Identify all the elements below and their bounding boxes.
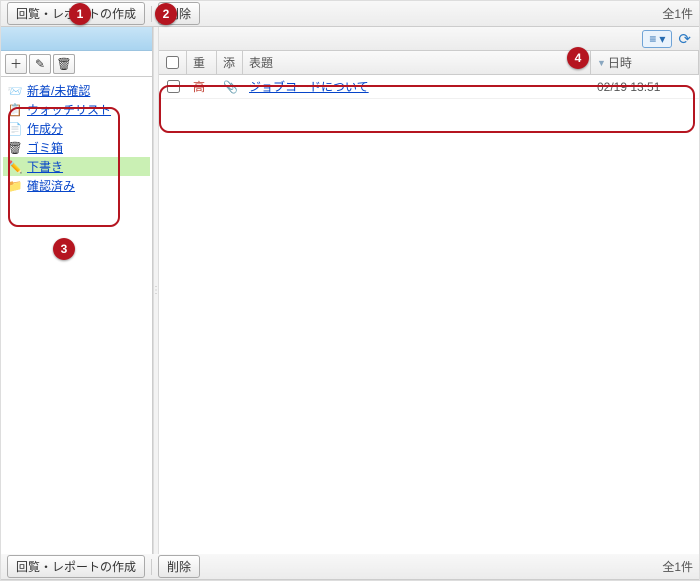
content-body: ＋ ✎ 🗑 📨新着/未確認📋ウォッチリスト📄作成分🗑ゴミ箱✏️下書き📁確認済み … — [1, 27, 699, 554]
sidebar-item-label[interactable]: 作成分 — [27, 120, 63, 137]
main-panel: ≡ ▾ ⟳ 重 添 表題 ▼日時 高 📎 ジョブコードについて 02/19 13:51 — [159, 27, 699, 554]
pencil-icon: ✎ — [35, 57, 45, 71]
folder-icon: 📄 — [7, 122, 23, 136]
sidebar-item-label[interactable]: 新着/未確認 — [27, 82, 90, 99]
delete-folder-button[interactable]: 🗑 — [53, 54, 75, 74]
col-priority[interactable]: 重 — [187, 51, 217, 74]
chevron-down-icon: ▾ — [659, 32, 665, 46]
select-all-checkbox[interactable] — [166, 56, 179, 69]
row-attachment: 📎 — [217, 80, 243, 94]
folder-icon: ✏️ — [7, 160, 23, 174]
bottom-toolbar: 回覧・レポートの作成 削除 全1件 — [1, 554, 699, 580]
table-row[interactable]: 高 📎 ジョブコードについて 02/19 13:51 — [159, 75, 699, 99]
row-subject-link[interactable]: ジョブコードについて — [249, 78, 369, 95]
callout-3: 3 — [53, 238, 75, 260]
paperclip-icon: 📎 — [223, 80, 238, 94]
plus-icon: ＋ — [10, 55, 22, 72]
sidebar-header — [1, 27, 152, 51]
sidebar-item-label[interactable]: 確認済み — [27, 177, 75, 194]
col-subject[interactable]: 表題 — [243, 51, 591, 74]
callout-1: 1 — [69, 3, 91, 25]
sidebar-item[interactable]: 🗑 ゴミ箱 — [3, 138, 150, 157]
sidebar-item-label[interactable]: 下書き — [27, 158, 63, 175]
view-menu-button[interactable]: ≡ ▾ — [642, 30, 672, 48]
toolbar-divider-bottom — [151, 559, 152, 575]
list-header-bar: ≡ ▾ ⟳ — [159, 27, 699, 51]
folder-icon: 🗑 — [7, 141, 23, 155]
refresh-button[interactable]: ⟳ — [676, 30, 693, 48]
sidebar-item[interactable]: 📁 確認済み — [3, 176, 150, 195]
create-report-button-bottom[interactable]: 回覧・レポートの作成 — [7, 555, 145, 578]
sort-indicator-icon: ▼ — [597, 58, 606, 68]
sidebar: ＋ ✎ 🗑 📨 新着/未確認 📋 ウォッチリスト 📄 作成分 🗑 ゴミ箱 ✏️ 下書き 📁 確認済み — [1, 27, 153, 554]
sidebar-item-label[interactable]: ウォッチリスト — [27, 101, 111, 118]
callout-4: 4 — [567, 47, 589, 69]
col-datetime[interactable]: ▼日時 — [591, 51, 699, 74]
folder-list: 📨 新着/未確認 📋 ウォッチリスト 📄 作成分 🗑 ゴミ箱 ✏️ 下書き 📁 確認済み — [1, 77, 152, 554]
row-priority: 高 — [187, 78, 217, 95]
trash-icon: 🗑 — [56, 57, 71, 71]
delete-button-bottom[interactable]: 削除 — [158, 555, 200, 578]
add-folder-button[interactable]: ＋ — [5, 54, 27, 74]
total-count: 全1件 — [662, 5, 693, 22]
sidebar-item[interactable]: ✏️ 下書き — [3, 157, 150, 176]
list-icon: ≡ — [649, 32, 656, 46]
app-shell: 1 2 3 4 回覧・レポートの作成 削除 全1件 ＋ ✎ 🗑 📨新着/未確認📋… — [0, 0, 700, 581]
row-subject: ジョブコードについて — [243, 78, 591, 95]
row-datetime: 02/19 13:51 — [591, 80, 699, 94]
sidebar-toolbar: ＋ ✎ 🗑 — [1, 51, 152, 77]
sidebar-item[interactable]: 📋 ウォッチリスト — [3, 100, 150, 119]
column-headers: 重 添 表題 ▼日時 — [159, 51, 699, 75]
edit-folder-button[interactable]: ✎ — [29, 54, 51, 74]
col-attachment[interactable]: 添 — [217, 51, 243, 74]
col-checkbox[interactable] — [159, 51, 187, 74]
sidebar-item[interactable]: 📄 作成分 — [3, 119, 150, 138]
sidebar-item-label[interactable]: ゴミ箱 — [27, 139, 63, 156]
row-list: 高 📎 ジョブコードについて 02/19 13:51 — [159, 75, 699, 554]
row-checkbox[interactable] — [167, 80, 180, 93]
total-count-bottom: 全1件 — [662, 558, 693, 575]
sidebar-item[interactable]: 📨 新着/未確認 — [3, 81, 150, 100]
callout-2: 2 — [155, 3, 177, 25]
folder-icon: 📋 — [7, 103, 23, 117]
folder-icon: 📨 — [7, 84, 23, 98]
col-datetime-label: 日時 — [608, 54, 632, 71]
row-checkbox-cell — [159, 80, 187, 93]
folder-icon: 📁 — [7, 179, 23, 193]
top-toolbar: 回覧・レポートの作成 削除 全1件 — [1, 1, 699, 27]
toolbar-divider — [151, 6, 152, 22]
